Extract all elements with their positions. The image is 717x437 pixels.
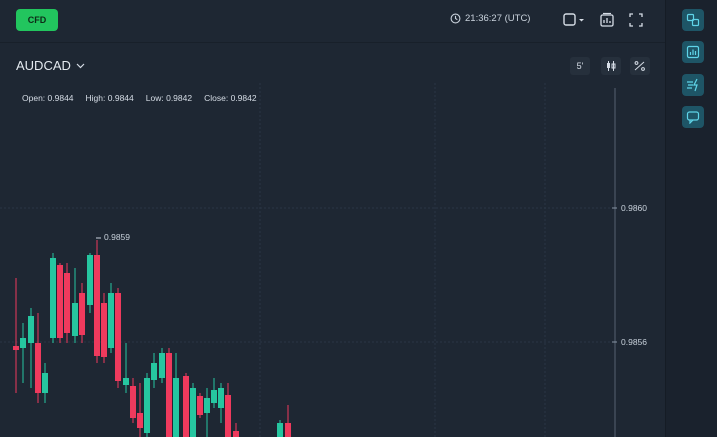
candle-body — [87, 255, 93, 305]
symbol-name: AUDCAD — [16, 58, 71, 73]
candle-type-button[interactable] — [601, 57, 621, 75]
candle-body — [101, 303, 107, 357]
fast-trade-icon — [687, 78, 698, 92]
swap-icon — [686, 13, 700, 27]
layout-selector[interactable] — [562, 11, 586, 29]
candle-body — [13, 346, 19, 350]
swap-button[interactable] — [682, 9, 704, 31]
fullscreen-icon — [629, 13, 643, 27]
candle-body — [123, 378, 129, 385]
candle-body — [57, 265, 63, 338]
candle-body — [64, 273, 70, 333]
candle-body — [197, 396, 203, 415]
candle-type-icon — [607, 61, 616, 71]
candle-body — [50, 258, 56, 338]
chat-button[interactable] — [682, 106, 704, 128]
symbol-selector[interactable]: AUDCAD — [16, 58, 85, 73]
chart-panel-icon — [686, 45, 700, 59]
candle-body — [277, 423, 283, 437]
chevron-down-icon — [76, 63, 85, 68]
drawing-tools-icon — [634, 61, 645, 71]
candle-body — [28, 316, 34, 343]
candle-body — [94, 255, 100, 356]
ohlc-close: Close: 0.9842 — [204, 93, 257, 103]
candle-body — [144, 378, 150, 433]
candle-body — [115, 293, 121, 381]
candle-body — [159, 353, 165, 378]
fullscreen-button[interactable] — [627, 11, 645, 29]
candle-body — [151, 363, 157, 380]
chat-icon — [686, 111, 700, 124]
price-label: 0.9860 — [621, 203, 647, 213]
ohlc-readout: Open: 0.9844 High: 0.9844 Low: 0.9842 Cl… — [22, 93, 257, 103]
price-label: 0.9856 — [621, 337, 647, 347]
drawing-tools-button[interactable] — [630, 57, 650, 75]
candle-body — [137, 413, 143, 428]
candle-body — [72, 303, 78, 336]
chart-panel-button[interactable] — [682, 41, 704, 63]
clock-icon — [450, 13, 461, 24]
candle-body — [190, 388, 196, 437]
candle-body — [285, 423, 291, 437]
clock-text: 21:36:27 (UTC) — [465, 13, 531, 24]
candle-body — [204, 398, 210, 413]
candle-body — [166, 353, 172, 437]
interval-button[interactable]: 5' — [570, 57, 590, 75]
candle-body — [108, 293, 114, 348]
candle-body — [233, 431, 239, 437]
chart-panel[interactable]: 0.9860 0.9856 0.9859 AUDCAD 5' Open: 0.984… — [0, 43, 665, 437]
top-bar: CFD 21:36:27 (UTC) — [0, 0, 665, 43]
ohlc-open: Open: 0.9844 — [22, 93, 74, 103]
candle-body — [173, 378, 179, 437]
square-layout-icon — [563, 13, 584, 26]
high-marker: 0.9859 — [104, 232, 130, 242]
ohlc-low: Low: 0.9842 — [145, 93, 193, 103]
fast-trade-button[interactable] — [682, 74, 704, 96]
candle-body — [218, 388, 224, 408]
cfd-button[interactable]: CFD — [16, 9, 58, 31]
candle-body — [79, 293, 85, 335]
candle-body — [130, 386, 136, 418]
candle-body — [211, 390, 217, 403]
right-sidebar — [665, 0, 717, 437]
candle-body — [35, 343, 41, 393]
candle-body — [20, 338, 26, 348]
candle-body — [225, 395, 231, 437]
candle-body — [183, 376, 189, 437]
indicators-icon — [600, 12, 614, 27]
candle-body — [42, 373, 48, 393]
ohlc-high: High: 0.9844 — [85, 93, 134, 103]
server-clock: 21:36:27 (UTC) — [450, 13, 530, 24]
indicators-button[interactable] — [598, 11, 616, 29]
